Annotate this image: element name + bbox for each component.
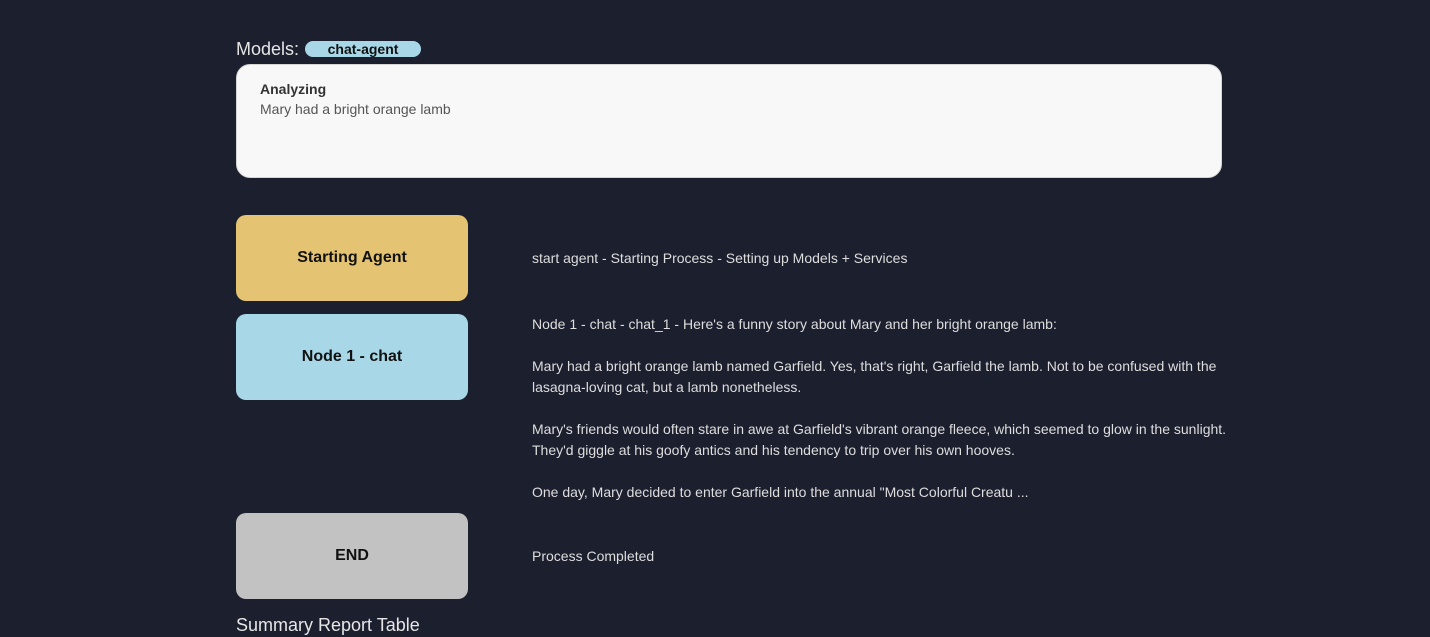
message-chat-paragraph: Mary's friends would often stare in awe … (532, 421, 1227, 458)
analyzing-panel: Analyzing Mary had a bright orange lamb (236, 64, 1222, 178)
node-starting-agent[interactable]: Starting Agent (236, 215, 468, 301)
message-chat-paragraph: Mary had a bright orange lamb named Garf… (532, 358, 1217, 395)
node-1-chat[interactable]: Node 1 - chat (236, 314, 468, 400)
message-start: start agent - Starting Process - Setting… (532, 250, 908, 266)
message-end: Process Completed (532, 548, 655, 564)
node-end[interactable]: END (236, 513, 468, 599)
model-badge-chat-agent: chat-agent (305, 41, 422, 57)
message-chat-paragraph: Node 1 - chat - chat_1 - Here's a funny … (532, 316, 1057, 332)
summary-report-title: Summary Report Table (236, 615, 420, 635)
analyzing-text: Mary had a bright orange lamb (260, 101, 451, 117)
models-label: Models: (236, 38, 300, 59)
analyzing-title: Analyzing (260, 81, 327, 97)
message-chat-paragraph: One day, Mary decided to enter Garfield … (532, 484, 1029, 500)
message-chat: Node 1 - chat - chat_1 - Here's a funny … (532, 314, 1232, 503)
models-row: Models: chat-agent (236, 38, 422, 60)
